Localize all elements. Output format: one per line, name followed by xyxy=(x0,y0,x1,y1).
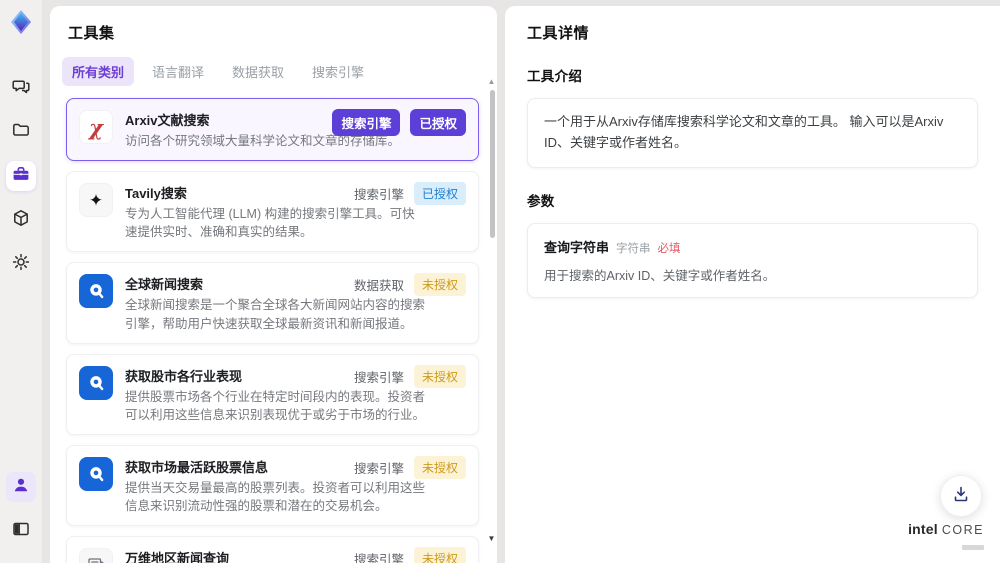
intel-core-logo: intel core xyxy=(908,520,984,555)
tool-card[interactable]: 万维地区新闻查询 查询具体行政区划内的新闻，快速了解各地新闻动态。 搜索引擎 未… xyxy=(66,536,479,563)
download-button[interactable] xyxy=(940,475,982,517)
sidebar-item-user[interactable] xyxy=(6,472,36,502)
tool-auth-badge: 已授权 xyxy=(413,182,466,206)
tool-category-badge: 数据获取 xyxy=(353,279,404,294)
category-tabs: 所有类别 语言翻译 数据获取 搜索引擎 xyxy=(50,43,497,96)
tool-auth-badge: 已授权 xyxy=(410,109,466,136)
detail-panel: 工具详情 工具介绍 一个用于从Arxiv存储库搜索科学论文和文章的工具。 输入可… xyxy=(505,6,1000,563)
folder-icon xyxy=(11,120,31,145)
param-name: 查询字符串 xyxy=(544,239,610,255)
tool-list-scrollbar[interactable]: ▲ ▼ xyxy=(488,6,496,563)
tool-category-badge: 搜索引擎 xyxy=(332,109,401,136)
tool-card[interactable]: χ Arxiv文献搜索 访问各个研究领域大量科学论文和文章的存储库。 搜索引擎 … xyxy=(66,98,479,162)
page-title: 工具集 xyxy=(68,25,115,42)
params-heading: 参数 xyxy=(527,193,555,209)
tool-description: 提供当天交易量最高的股票列表。投资者可以利用这些信息来识别流动性强的股票和潜在的… xyxy=(125,480,426,513)
tool-category-badge: 搜索引擎 xyxy=(353,553,404,563)
quark-search-icon xyxy=(79,365,113,400)
detail-title: 工具详情 xyxy=(527,25,590,42)
scroll-up-arrow[interactable]: ▲ xyxy=(487,78,496,86)
intro-text: 一个用于从Arxiv存储库搜索科学论文和文章的工具。 输入可以是Arxiv ID… xyxy=(544,114,944,150)
sidebar-item-tools[interactable] xyxy=(6,161,36,191)
intro-heading: 工具介绍 xyxy=(527,69,583,84)
tool-card[interactable]: ✦ Tavily搜索 专为人工智能代理 (LLM) 构建的搜索引擎工具。可快速提… xyxy=(66,171,479,253)
cube-icon xyxy=(11,208,31,233)
quark-search-icon xyxy=(79,274,113,309)
sidebar-item-settings[interactable] xyxy=(6,249,36,279)
category-tab[interactable]: 搜索引擎 xyxy=(302,57,374,86)
scroll-down-arrow[interactable]: ▼ xyxy=(487,535,496,543)
download-icon xyxy=(951,484,971,509)
sidebar-item-models[interactable] xyxy=(6,205,36,235)
chat-icon xyxy=(11,76,31,101)
tool-description: 提供股票市场各个行业在特定时间段内的表现。投资者可以利用这些信息来识别表现优于或… xyxy=(125,389,426,422)
tool-list[interactable]: χ Arxiv文献搜索 访问各个研究领域大量科学论文和文章的存储库。 搜索引擎 … xyxy=(50,96,497,563)
tool-auth-badge: 未授权 xyxy=(413,273,466,297)
intro-box: 一个用于从Arxiv存储库搜索科学论文和文章的工具。 输入可以是Arxiv ID… xyxy=(527,98,978,168)
tool-card[interactable]: 获取股市各行业表现 提供股票市场各个行业在特定时间段内的表现。投资者可以利用这些… xyxy=(66,353,479,435)
tool-description: 全球新闻搜索是一个聚合全球各大新闻网站内容的搜索引擎，帮助用户快速获取全球最新资… xyxy=(125,298,426,331)
arxiv-icon: χ xyxy=(79,110,113,144)
user-icon xyxy=(11,475,31,500)
sidebar-item-files[interactable] xyxy=(6,117,36,147)
tool-description: 专为人工智能代理 (LLM) 构建的搜索引擎工具。可快速提供实时、准确和真实的结… xyxy=(125,207,415,240)
quark-search-icon xyxy=(79,456,113,491)
category-tab[interactable]: 语言翻译 xyxy=(142,57,214,86)
brand-core-text: core xyxy=(941,522,984,537)
tool-card[interactable]: 全球新闻搜索 全球新闻搜索是一个聚合全球各大新闻网站内容的搜索引擎，帮助用户快速… xyxy=(66,262,479,344)
tavily-icon: ✦ xyxy=(79,183,113,218)
sidebar-item-panel-toggle[interactable] xyxy=(6,516,36,546)
briefcase-icon xyxy=(11,164,31,189)
category-tab[interactable]: 数据获取 xyxy=(222,57,294,86)
main-panel: 工具集 所有类别 语言翻译 数据获取 搜索引擎 χ Arxiv文献搜索 访问各个… xyxy=(50,6,497,563)
tool-auth-badge: 未授权 xyxy=(413,547,466,563)
tool-category-badge: 搜索引擎 xyxy=(353,370,404,385)
tool-auth-badge: 未授权 xyxy=(413,364,466,388)
category-tab[interactable]: 所有类别 xyxy=(62,57,135,86)
newspaper-icon xyxy=(79,548,113,563)
param-required-badge: 必填 xyxy=(657,242,681,255)
gem-logo-icon[interactable] xyxy=(7,8,35,36)
panel-toggle-icon xyxy=(11,519,31,544)
sidebar-item-chat[interactable] xyxy=(6,73,36,103)
brand-chip xyxy=(962,545,984,551)
left-rail xyxy=(0,0,42,563)
brand-intel-text: intel xyxy=(908,520,938,537)
tool-auth-badge: 未授权 xyxy=(413,455,466,479)
param-card: 查询字符串 字符串 必填 用于搜索的Arxiv ID、关键字或作者姓名。 xyxy=(527,222,978,298)
param-type: 字符串 xyxy=(616,242,651,255)
workspace: 工具集 所有类别 语言翻译 数据获取 搜索引擎 χ Arxiv文献搜索 访问各个… xyxy=(42,0,1000,563)
tool-category-badge: 搜索引擎 xyxy=(353,461,404,476)
tool-card[interactable]: 获取市场最活跃股票信息 提供当天交易量最高的股票列表。投资者可以利用这些信息来识… xyxy=(66,444,479,527)
scrollbar-thumb[interactable] xyxy=(490,90,495,238)
tool-category-badge: 搜索引擎 xyxy=(353,188,404,203)
gear-icon xyxy=(11,252,31,277)
param-description: 用于搜索的Arxiv ID、关键字或作者姓名。 xyxy=(544,268,776,283)
